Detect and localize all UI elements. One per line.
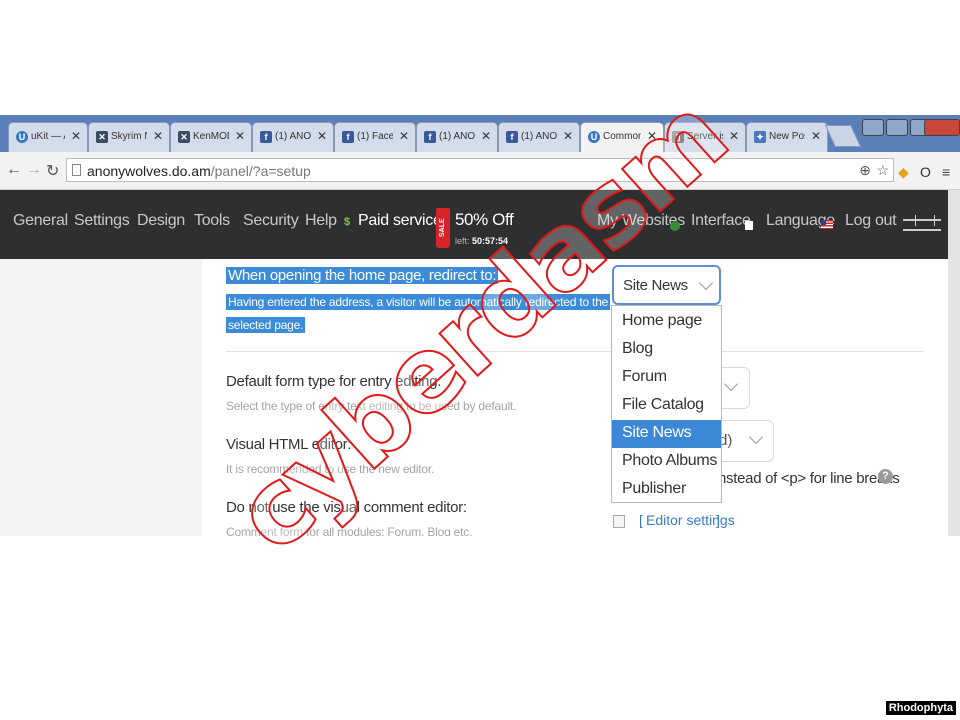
back-arrow-icon[interactable]: ← (6, 161, 22, 179)
dropdown-option-home-page[interactable]: Home page (612, 308, 721, 336)
option-label: File Catalog (622, 396, 704, 413)
tab-label: (1) ANONY (521, 131, 557, 142)
dollar-icon: $ (344, 216, 351, 228)
tab-label: New Posts (769, 131, 805, 142)
close-icon[interactable]: ✕ (71, 129, 81, 143)
tab-kenmod[interactable]: ✕ KenMOD - ✕ (170, 122, 252, 152)
new-tab-button[interactable] (824, 125, 862, 147)
bracket-open: [ (639, 512, 643, 528)
chevron-down-icon (723, 376, 739, 392)
dropbox-icon: ✦ (754, 131, 766, 143)
option-label: Home page (622, 312, 703, 329)
nexus-icon: ✕ (178, 131, 190, 143)
countdown-label: left: (455, 236, 470, 246)
dropdown-option-site-news[interactable]: Site News (612, 420, 721, 448)
option-label: Publisher (622, 480, 687, 497)
nav-help[interactable]: Help (305, 212, 337, 230)
close-icon[interactable]: ✕ (811, 129, 821, 143)
tab-label: (1) ANONYI (275, 131, 311, 142)
bracket-close: ] (716, 512, 720, 528)
reload-icon[interactable]: ↻ (46, 161, 59, 181)
close-icon[interactable]: ✕ (399, 129, 409, 143)
tab-new-posts[interactable]: ✦ New Posts ✕ (746, 122, 828, 152)
credit-label: Rhodophyta (885, 701, 956, 715)
tab-ukit[interactable]: U uKit — Affil ✕ (8, 122, 88, 152)
tab-strip: U uKit — Affil ✕ ✕ Skyrim Nex ✕ ✕ KenMOD… (0, 115, 960, 152)
close-icon[interactable]: ✕ (563, 129, 573, 143)
nav-logout[interactable]: Log out (845, 212, 897, 230)
tab-anony-1[interactable]: f (1) ANONYI ✕ (252, 122, 334, 152)
nav-security[interactable]: Security (243, 212, 299, 230)
page-icon (72, 164, 81, 176)
url-text: anonywolves.do.am/panel/?a=setup (87, 163, 311, 179)
facebook-icon: f (424, 131, 436, 143)
close-icon[interactable]: ✕ (235, 129, 245, 143)
close-icon[interactable]: ✕ (729, 129, 739, 143)
dropdown-option-file-catalog[interactable]: File Catalog (612, 392, 721, 420)
tab-label: (1) ANONY (439, 131, 475, 142)
bookmark-star-icon[interactable]: ☆ (876, 162, 889, 179)
sale-tag-icon: SALE (436, 208, 450, 248)
option-label: Forum (622, 368, 667, 385)
nexus-icon: ✕ (96, 131, 108, 143)
chevron-down-icon (698, 275, 714, 291)
redirect-select-value: Site News (623, 277, 688, 294)
linebreak-option-text: nstead of <p> for line breaks (718, 470, 900, 487)
comment-editor-checkbox[interactable] (613, 515, 625, 528)
tab-skyrim[interactable]: ✕ Skyrim Nex ✕ (88, 122, 170, 152)
minimize-button[interactable] (886, 119, 908, 136)
tab-anony-2[interactable]: f (1) ANONY ✕ (416, 122, 498, 152)
dropdown-option-blog[interactable]: Blog (612, 336, 721, 364)
dropdown-option-photo-albums[interactable]: Photo Albums (612, 448, 721, 476)
nav-general[interactable]: General (13, 212, 68, 230)
option-label: Blog (622, 340, 653, 357)
nav-interface[interactable]: Interface (691, 212, 751, 230)
chrome-menu-icon[interactable]: ≡ (942, 164, 950, 180)
tab-facebook[interactable]: f (1) Facebo ✕ (334, 122, 416, 152)
interface-icon (745, 221, 753, 230)
us-flag-icon (821, 220, 833, 229)
facebook-icon: f (342, 131, 354, 143)
close-icon[interactable]: ✕ (481, 129, 491, 143)
facebook-icon: f (260, 131, 272, 143)
sliders-icon[interactable] (903, 215, 941, 231)
close-icon[interactable]: ✕ (317, 129, 327, 143)
extension-icon[interactable]: ◆ (898, 164, 909, 181)
dropdown-option-forum[interactable]: Forum (612, 364, 721, 392)
facebook-icon: f (506, 131, 518, 143)
close-icon[interactable]: ✕ (153, 129, 163, 143)
nav-settings[interactable]: Settings (74, 212, 130, 230)
tab-label: uKit — Affil (31, 131, 65, 142)
page-scrollbar[interactable] (948, 190, 960, 536)
nav-design[interactable]: Design (137, 212, 185, 230)
nav-tools[interactable]: Tools (194, 212, 230, 230)
opera-icon[interactable]: O (920, 164, 931, 180)
editor-settings-link[interactable]: Editor settings (646, 512, 735, 528)
help-icon[interactable]: ? (878, 469, 893, 484)
divider (226, 351, 924, 352)
chevron-down-icon (748, 429, 764, 445)
tab-label: Skyrim Nex (111, 131, 147, 142)
redirect-description-2: selected page. (226, 317, 306, 333)
url-input[interactable]: anonywolves.do.am/panel/?a=setup ⊕ ☆ (66, 158, 894, 182)
address-bar-row: ← → ↻ anonywolves.do.am/panel/?a=setup ⊕… (0, 152, 960, 190)
tab-label: KenMOD - (193, 131, 229, 142)
tab-anony-3[interactable]: f (1) ANONY ✕ (498, 122, 580, 152)
dropdown-option-publisher[interactable]: Publisher (612, 476, 721, 504)
ukit-icon: U (16, 131, 28, 143)
option-label: Site News (622, 424, 692, 441)
url-path: /panel/?a=setup (210, 163, 311, 179)
url-host: anonywolves.do.am (87, 163, 211, 179)
tab-label: (1) Facebo (357, 131, 393, 142)
redirect-dropdown: Home page Blog Forum File Catalog Site N… (611, 305, 722, 503)
option-label: Photo Albums (622, 452, 718, 469)
forward-arrow-icon[interactable]: → (26, 161, 42, 179)
zoom-icon[interactable]: ⊕ (859, 162, 871, 179)
user-icon[interactable] (862, 119, 884, 136)
window-close-button[interactable] (924, 119, 960, 136)
